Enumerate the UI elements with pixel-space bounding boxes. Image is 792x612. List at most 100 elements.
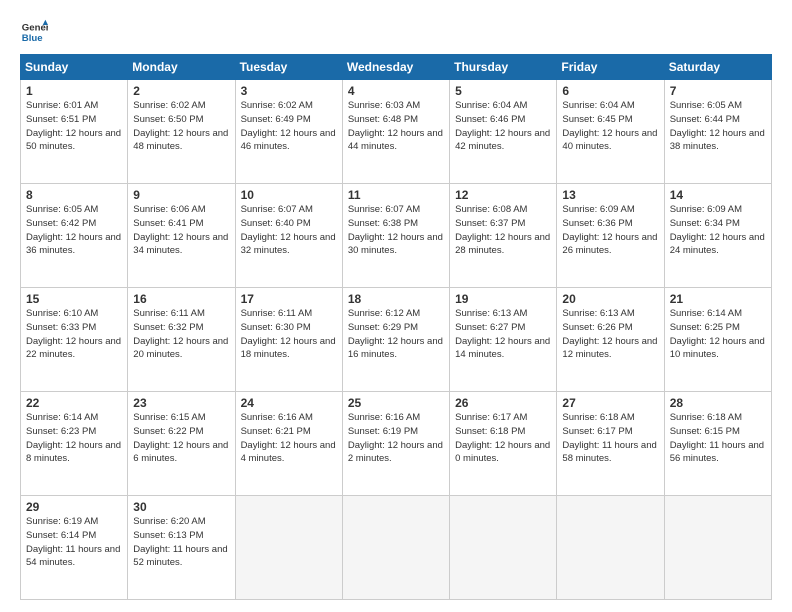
day-number: 7 — [670, 84, 766, 98]
day-info: Sunrise: 6:02 AMSunset: 6:50 PMDaylight:… — [133, 100, 228, 152]
day-number: 3 — [241, 84, 337, 98]
day-number: 23 — [133, 396, 229, 410]
calendar-table: SundayMondayTuesdayWednesdayThursdayFrid… — [20, 54, 772, 600]
logo: General Blue — [20, 18, 52, 46]
day-number: 27 — [562, 396, 658, 410]
calendar-cell: 5 Sunrise: 6:04 AMSunset: 6:46 PMDaylight… — [450, 80, 557, 184]
calendar-cell: 2 Sunrise: 6:02 AMSunset: 6:50 PMDaylight… — [128, 80, 235, 184]
calendar-cell: 29 Sunrise: 6:19 AMSunset: 6:14 PMDayligh… — [21, 496, 128, 600]
calendar-cell: 14 Sunrise: 6:09 AMSunset: 6:34 PMDayligh… — [664, 184, 771, 288]
calendar-cell: 23Sunrise: 6:15 AMSunset: 6:22 PMDayligh… — [128, 392, 235, 496]
day-number: 13 — [562, 188, 658, 202]
day-info: Sunrise: 6:13 AMSunset: 6:26 PMDaylight:… — [562, 308, 657, 360]
calendar-cell — [342, 496, 449, 600]
day-info: Sunrise: 6:19 AMSunset: 6:14 PMDaylight:… — [26, 516, 120, 568]
day-number: 12 — [455, 188, 551, 202]
calendar-cell: 17 Sunrise: 6:11 AMSunset: 6:30 PMDayligh… — [235, 288, 342, 392]
day-info: Sunrise: 6:20 AMSunset: 6:13 PMDaylight:… — [133, 516, 227, 568]
calendar-cell — [664, 496, 771, 600]
day-info: Sunrise: 6:05 AMSunset: 6:44 PMDaylight:… — [670, 100, 765, 152]
weekday-header: Saturday — [664, 55, 771, 80]
calendar-cell: 21Sunrise: 6:14 AMSunset: 6:25 PMDayligh… — [664, 288, 771, 392]
day-number: 14 — [670, 188, 766, 202]
day-info: Sunrise: 6:02 AMSunset: 6:49 PMDaylight:… — [241, 100, 336, 152]
calendar-cell: 12 Sunrise: 6:08 AMSunset: 6:37 PMDayligh… — [450, 184, 557, 288]
calendar-cell — [450, 496, 557, 600]
calendar-cell: 6 Sunrise: 6:04 AMSunset: 6:45 PMDaylight… — [557, 80, 664, 184]
calendar-cell — [235, 496, 342, 600]
day-number: 6 — [562, 84, 658, 98]
day-number: 16 — [133, 292, 229, 306]
calendar-cell: 3 Sunrise: 6:02 AMSunset: 6:49 PMDaylight… — [235, 80, 342, 184]
calendar-cell: 9 Sunrise: 6:06 AMSunset: 6:41 PMDaylight… — [128, 184, 235, 288]
day-info: Sunrise: 6:16 AMSunset: 6:19 PMDaylight:… — [348, 412, 443, 464]
day-number: 8 — [26, 188, 122, 202]
day-number: 17 — [241, 292, 337, 306]
calendar-cell: 18 Sunrise: 6:12 AMSunset: 6:29 PMDayligh… — [342, 288, 449, 392]
day-info: Sunrise: 6:07 AMSunset: 6:38 PMDaylight:… — [348, 204, 443, 256]
day-number: 20 — [562, 292, 658, 306]
day-number: 24 — [241, 396, 337, 410]
calendar-cell: 24Sunrise: 6:16 AMSunset: 6:21 PMDayligh… — [235, 392, 342, 496]
day-number: 9 — [133, 188, 229, 202]
day-info: Sunrise: 6:04 AMSunset: 6:46 PMDaylight:… — [455, 100, 550, 152]
calendar-cell: 26 Sunrise: 6:17 AMSunset: 6:18 PMDayligh… — [450, 392, 557, 496]
svg-text:Blue: Blue — [22, 33, 43, 44]
calendar-cell: 1 Sunrise: 6:01 AMSunset: 6:51 PMDaylight… — [21, 80, 128, 184]
calendar-cell: 28 Sunrise: 6:18 AMSunset: 6:15 PMDayligh… — [664, 392, 771, 496]
day-info: Sunrise: 6:08 AMSunset: 6:37 PMDaylight:… — [455, 204, 550, 256]
day-number: 30 — [133, 500, 229, 514]
calendar-cell: 19 Sunrise: 6:13 AMSunset: 6:27 PMDayligh… — [450, 288, 557, 392]
calendar-cell: 4 Sunrise: 6:03 AMSunset: 6:48 PMDaylight… — [342, 80, 449, 184]
day-info: Sunrise: 6:13 AMSunset: 6:27 PMDaylight:… — [455, 308, 550, 360]
day-number: 5 — [455, 84, 551, 98]
day-info: Sunrise: 6:07 AMSunset: 6:40 PMDaylight:… — [241, 204, 336, 256]
day-number: 28 — [670, 396, 766, 410]
calendar-cell: 16 Sunrise: 6:11 AMSunset: 6:32 PMDayligh… — [128, 288, 235, 392]
day-info: Sunrise: 6:09 AMSunset: 6:34 PMDaylight:… — [670, 204, 765, 256]
day-number: 18 — [348, 292, 444, 306]
day-number: 11 — [348, 188, 444, 202]
calendar-cell: 10 Sunrise: 6:07 AMSunset: 6:40 PMDayligh… — [235, 184, 342, 288]
day-info: Sunrise: 6:05 AMSunset: 6:42 PMDaylight:… — [26, 204, 121, 256]
weekday-header: Monday — [128, 55, 235, 80]
day-info: Sunrise: 6:14 AMSunset: 6:25 PMDaylight:… — [670, 308, 765, 360]
day-info: Sunrise: 6:01 AMSunset: 6:51 PMDaylight:… — [26, 100, 121, 152]
calendar-cell: 13 Sunrise: 6:09 AMSunset: 6:36 PMDayligh… — [557, 184, 664, 288]
day-info: Sunrise: 6:17 AMSunset: 6:18 PMDaylight:… — [455, 412, 550, 464]
calendar-cell: 7 Sunrise: 6:05 AMSunset: 6:44 PMDaylight… — [664, 80, 771, 184]
day-number: 15 — [26, 292, 122, 306]
calendar-cell: 30 Sunrise: 6:20 AMSunset: 6:13 PMDayligh… — [128, 496, 235, 600]
weekday-header: Friday — [557, 55, 664, 80]
day-info: Sunrise: 6:11 AMSunset: 6:30 PMDaylight:… — [241, 308, 336, 360]
day-info: Sunrise: 6:18 AMSunset: 6:15 PMDaylight:… — [670, 412, 764, 464]
calendar-cell — [557, 496, 664, 600]
day-number: 2 — [133, 84, 229, 98]
day-number: 25 — [348, 396, 444, 410]
day-info: Sunrise: 6:12 AMSunset: 6:29 PMDaylight:… — [348, 308, 443, 360]
day-number: 1 — [26, 84, 122, 98]
page: General Blue SundayMondayTuesdayWednesda… — [0, 0, 792, 612]
day-number: 26 — [455, 396, 551, 410]
logo-icon: General Blue — [20, 18, 48, 46]
day-info: Sunrise: 6:04 AMSunset: 6:45 PMDaylight:… — [562, 100, 657, 152]
calendar-cell: 20 Sunrise: 6:13 AMSunset: 6:26 PMDayligh… — [557, 288, 664, 392]
header: General Blue — [20, 18, 772, 46]
day-number: 10 — [241, 188, 337, 202]
weekday-header: Thursday — [450, 55, 557, 80]
day-info: Sunrise: 6:10 AMSunset: 6:33 PMDaylight:… — [26, 308, 121, 360]
day-info: Sunrise: 6:18 AMSunset: 6:17 PMDaylight:… — [562, 412, 656, 464]
weekday-header: Sunday — [21, 55, 128, 80]
day-info: Sunrise: 6:11 AMSunset: 6:32 PMDaylight:… — [133, 308, 228, 360]
weekday-header: Wednesday — [342, 55, 449, 80]
calendar-cell: 22Sunrise: 6:14 AMSunset: 6:23 PMDayligh… — [21, 392, 128, 496]
day-number: 4 — [348, 84, 444, 98]
day-number: 19 — [455, 292, 551, 306]
calendar-cell: 27 Sunrise: 6:18 AMSunset: 6:17 PMDayligh… — [557, 392, 664, 496]
day-info: Sunrise: 6:06 AMSunset: 6:41 PMDaylight:… — [133, 204, 228, 256]
day-info: Sunrise: 6:09 AMSunset: 6:36 PMDaylight:… — [562, 204, 657, 256]
day-info: Sunrise: 6:14 AMSunset: 6:23 PMDaylight:… — [26, 412, 121, 464]
day-info: Sunrise: 6:03 AMSunset: 6:48 PMDaylight:… — [348, 100, 443, 152]
calendar-cell: 8 Sunrise: 6:05 AMSunset: 6:42 PMDaylight… — [21, 184, 128, 288]
day-number: 29 — [26, 500, 122, 514]
